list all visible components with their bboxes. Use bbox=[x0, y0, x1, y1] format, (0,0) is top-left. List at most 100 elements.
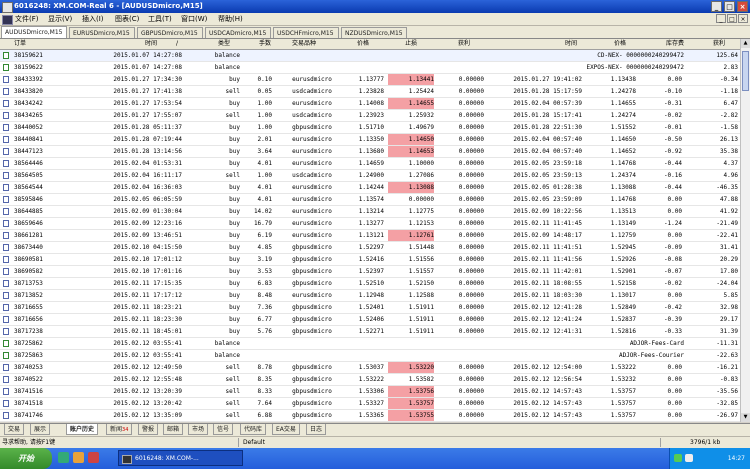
tab-market[interactable]: 市场 bbox=[188, 424, 209, 435]
table-row[interactable]: 38564544 2015.02.04 16:36:03 buy 4.01 eurusd… bbox=[0, 182, 750, 194]
tab-news[interactable]: 新闻34 bbox=[106, 424, 133, 435]
network-icon[interactable] bbox=[674, 454, 682, 462]
cell-symbol: gbpusdmicro bbox=[292, 256, 332, 263]
table-row[interactable]: 38447123 2015.01.28 13:14:56 buy 3.64 eurusd… bbox=[0, 146, 750, 158]
table-row[interactable]: 38564505 2015.02.04 16:11:17 sell 1.00 usdca… bbox=[0, 170, 750, 182]
status-profile[interactable]: Default bbox=[243, 437, 265, 448]
maximize-button[interactable]: □ bbox=[724, 1, 735, 12]
cell-close-time: 2015.02.11 11:41:51 bbox=[513, 244, 582, 251]
table-row[interactable]: 38159621 2015.01.07 14:27:08 balance 125.64… bbox=[0, 50, 750, 62]
tab-mailbox[interactable]: 邮箱 bbox=[163, 424, 184, 435]
table-row[interactable]: 38717238 2015.02.11 18:45:01 buy 5.76 gbpusd… bbox=[0, 326, 750, 338]
table-row[interactable]: 38433820 2015.01.27 17:41:38 sell 0.05 usdca… bbox=[0, 86, 750, 98]
scroll-down-icon[interactable]: ▼ bbox=[741, 413, 750, 422]
table-row[interactable]: 38740522 2015.02.12 12:55:48 sell 8.35 gbpus… bbox=[0, 374, 750, 386]
table-row[interactable]: 38741518 2015.02.12 13:20:42 sell 7.64 gbpus… bbox=[0, 398, 750, 410]
cell-lots: 6.77 bbox=[257, 316, 272, 323]
tab-usdcad[interactable]: USDCADmicro,M15 bbox=[205, 27, 271, 38]
tab-eurusd[interactable]: EURUSDmicro,M15 bbox=[69, 27, 135, 38]
table-row[interactable]: 38713753 2015.02.11 17:15:35 buy 6.83 gbpusd… bbox=[0, 278, 750, 290]
clock[interactable]: 14:27 bbox=[728, 448, 745, 469]
table-row[interactable]: 38434265 2015.01.27 17:55:07 sell 1.00 usdca… bbox=[0, 110, 750, 122]
table-row[interactable]: 38673440 2015.02.10 04:15:50 buy 4.85 gbpusd… bbox=[0, 242, 750, 254]
table-row[interactable]: 38434242 2015.01.27 17:53:54 buy 1.00 eurusd… bbox=[0, 98, 750, 110]
quicklaunch-desktop-icon[interactable] bbox=[58, 452, 69, 463]
col-type[interactable]: 类型 bbox=[218, 39, 230, 49]
menu-view[interactable]: 显示(V) bbox=[48, 13, 72, 25]
col-tp[interactable]: 获利 bbox=[458, 39, 470, 49]
scrollbar-thumb[interactable] bbox=[742, 51, 749, 91]
col-open-time[interactable]: 时间 bbox=[145, 39, 157, 49]
tab-alerts[interactable]: 警报 bbox=[138, 424, 159, 435]
tab-code-base[interactable]: 代码库 bbox=[240, 424, 267, 435]
col-order[interactable]: 订单 bbox=[14, 39, 26, 49]
tab-gbpusd[interactable]: GBPUSDmicro,M15 bbox=[137, 27, 203, 38]
col-swap[interactable]: 库存费 bbox=[666, 39, 684, 49]
cell-lots: 7.64 bbox=[257, 400, 272, 407]
tab-exposure[interactable]: 展示 bbox=[30, 424, 51, 435]
table-row[interactable]: 38725863 2015.02.12 03:55:41 balance -22.63… bbox=[0, 350, 750, 362]
tab-signals[interactable]: 信号 bbox=[213, 424, 234, 435]
taskbar-window-button[interactable]: 6016248: XM.COM-... bbox=[118, 450, 243, 466]
table-row[interactable]: 38433392 2015.01.27 17:34:30 buy 0.10 eurusd… bbox=[0, 74, 750, 86]
table-row[interactable]: 38690582 2015.02.10 17:01:16 buy 3.53 gbpusd… bbox=[0, 266, 750, 278]
table-row[interactable]: 38740253 2015.02.12 12:49:50 sell 8.78 gbpus… bbox=[0, 362, 750, 374]
cell-symbol: gbpusdmicro bbox=[292, 364, 332, 371]
mdi-close-button[interactable]: × bbox=[738, 14, 748, 23]
menu-file[interactable]: 文件(F) bbox=[15, 13, 39, 25]
table-row[interactable]: 38595846 2015.02.05 06:05:59 buy 4.01 eurusd… bbox=[0, 194, 750, 206]
tab-audusd[interactable]: AUDUSDmicro,M15 bbox=[1, 26, 67, 38]
col-close-price[interactable]: 价格 bbox=[614, 39, 626, 49]
menu-insert[interactable]: 插入(I) bbox=[82, 13, 104, 25]
col-symbol[interactable]: 交易品种 bbox=[292, 39, 316, 49]
tab-experts[interactable]: EA交易 bbox=[272, 424, 300, 435]
cell-order: 38716656 bbox=[14, 316, 43, 323]
table-row[interactable]: 38725862 2015.02.12 03:55:41 balance -11.31… bbox=[0, 338, 750, 350]
table-row[interactable]: 38659646 2015.02.09 12:23:16 buy 16.79 eurus… bbox=[0, 218, 750, 230]
menu-window[interactable]: 窗口(W) bbox=[181, 13, 207, 25]
table-row[interactable]: 38716655 2015.02.11 18:23:21 buy 7.36 gbpusd… bbox=[0, 302, 750, 314]
tab-trade[interactable]: 交易 bbox=[4, 424, 25, 435]
menu-chart[interactable]: 图表(C) bbox=[115, 13, 139, 25]
col-lots[interactable]: 手数 bbox=[259, 39, 271, 49]
table-row[interactable]: 38741516 2015.02.12 13:20:39 sell 8.33 gbpus… bbox=[0, 386, 750, 398]
mdi-restore-button[interactable]: □ bbox=[727, 14, 737, 23]
scroll-up-icon[interactable]: ▲ bbox=[741, 39, 750, 48]
close-button[interactable]: × bbox=[737, 1, 748, 12]
table-row[interactable]: 38440052 2015.01.28 05:11:37 buy 1.00 gbpusd… bbox=[0, 122, 750, 134]
tab-journal[interactable]: 日志 bbox=[306, 424, 327, 435]
col-close-time[interactable]: 时间 bbox=[565, 39, 577, 49]
menu-help[interactable]: 帮助(H) bbox=[218, 13, 243, 25]
cell-open-price: 1.52416 bbox=[358, 256, 384, 263]
cell-type: buy bbox=[229, 208, 240, 215]
cell-sl: 1.12153 bbox=[408, 220, 434, 227]
table-row[interactable]: 38661281 2015.02.09 13:46:51 buy 6.19 eurusd… bbox=[0, 230, 750, 242]
col-sl[interactable]: 止损 bbox=[405, 39, 417, 49]
menu-tools[interactable]: 工具(T) bbox=[148, 13, 172, 25]
table-row[interactable]: 38564446 2015.02.04 01:53:31 buy 4.01 eurusd… bbox=[0, 158, 750, 170]
volume-icon[interactable] bbox=[685, 454, 693, 462]
cell-swap: -0.01 bbox=[663, 124, 682, 131]
tab-nzdusd[interactable]: NZDUSDmicro,M15 bbox=[341, 27, 407, 38]
col-profit[interactable]: 获利 bbox=[713, 39, 725, 49]
table-row[interactable]: 38159622 2015.01.07 14:27:08 balance 2.83 EX… bbox=[0, 62, 750, 74]
start-button[interactable]: 开始 bbox=[0, 448, 52, 469]
mdi-minimize-button[interactable]: _ bbox=[716, 14, 726, 23]
vertical-scrollbar[interactable]: ▲ ▼ bbox=[740, 39, 750, 422]
tab-usdchf[interactable]: USDCHFmicro,M15 bbox=[273, 27, 339, 38]
cell-open-price: 1.52510 bbox=[358, 280, 384, 287]
cell-close-time: 2015.02.05 01:28:38 bbox=[513, 184, 582, 191]
table-row[interactable]: 38716656 2015.02.11 18:23:30 buy 6.77 gbpusd… bbox=[0, 314, 750, 326]
quicklaunch-app-icon[interactable] bbox=[88, 452, 99, 463]
table-row[interactable]: 38440841 2015.01.28 07:19:44 buy 2.01 eurusd… bbox=[0, 134, 750, 146]
quicklaunch-browser-icon[interactable] bbox=[73, 452, 84, 463]
minimize-button[interactable]: _ bbox=[711, 1, 722, 12]
col-open-price[interactable]: 价格 bbox=[357, 39, 369, 49]
cell-symbol bbox=[282, 338, 342, 349]
table-row[interactable]: 38690581 2015.02.10 17:01:12 buy 3.19 gbpusd… bbox=[0, 254, 750, 266]
table-row[interactable]: 38713852 2015.02.11 17:17:12 buy 8.48 eurusd… bbox=[0, 290, 750, 302]
cell-symbol: eurusdmicro bbox=[292, 136, 332, 143]
table-row[interactable]: 38644885 2015.02.09 01:30:04 buy 14.02 eurus… bbox=[0, 206, 750, 218]
table-row[interactable]: 38741746 2015.02.12 13:35:09 sell 6.88 gbpus… bbox=[0, 410, 750, 422]
tab-account-history[interactable]: 账户历史 bbox=[66, 424, 99, 435]
